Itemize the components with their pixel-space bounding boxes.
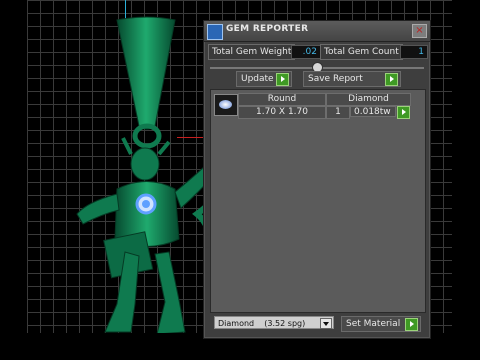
title-bar[interactable]: GEM REPORTER × (204, 21, 430, 42)
update-button-label: Update (241, 74, 274, 84)
chevron-down-icon[interactable] (320, 318, 332, 329)
column-header-material: Diamond (326, 93, 411, 106)
save-report-button-label: Save Report (308, 74, 363, 84)
gem-count-cell: 1 (326, 106, 350, 119)
save-report-button[interactable]: Save Report (303, 71, 401, 87)
gem-reporter-panel: GEM REPORTER × Total Gem Weight .02 Tota… (203, 20, 431, 339)
gem-list[interactable]: Round Diamond 1.70 X 1.70 1 0.018tw (210, 89, 426, 313)
set-material-button-label: Set Material (346, 319, 401, 329)
update-go-icon (276, 73, 289, 86)
total-gem-weight-label: Total Gem Weight (208, 44, 296, 60)
gem-size-cell: 1.70 X 1.70 (238, 106, 326, 119)
gem-weight-cell: 0.018tw (350, 106, 396, 117)
set-material-go-icon (405, 318, 418, 331)
material-select[interactable]: Diamond (3.52 spg) (214, 316, 334, 329)
material-select-value: Diamond (3.52 spg) (218, 319, 306, 328)
set-material-button[interactable]: Set Material (341, 316, 421, 332)
column-header-shape: Round (238, 93, 326, 106)
panel-title: GEM REPORTER (226, 24, 309, 34)
update-button[interactable]: Update (236, 71, 292, 87)
app-icon (207, 24, 223, 40)
row-go-icon[interactable] (397, 106, 410, 119)
save-report-go-icon (385, 73, 398, 86)
total-gem-count-value: 1 (400, 45, 428, 59)
total-gem-weight-value: .02 (291, 45, 321, 59)
round-gem-icon[interactable] (214, 94, 238, 116)
close-button[interactable]: × (412, 24, 427, 38)
total-gem-count-label: Total Gem Count (320, 44, 403, 60)
